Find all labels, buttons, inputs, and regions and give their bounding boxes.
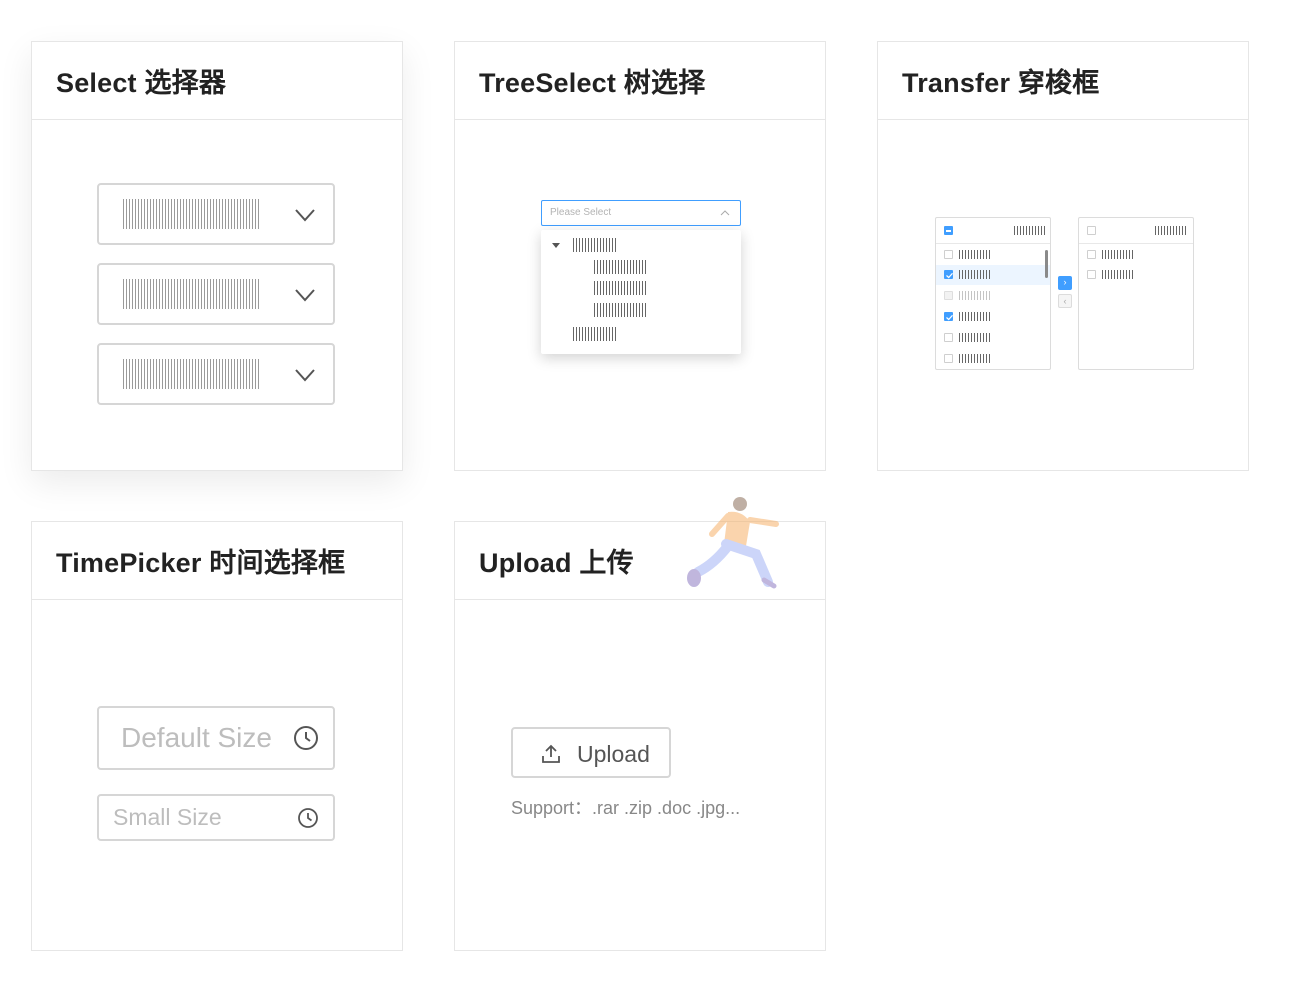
item-label <box>959 312 990 321</box>
item-label <box>959 270 990 279</box>
transfer-item[interactable] <box>1079 245 1193 265</box>
transfer-item[interactable] <box>936 349 1050 369</box>
item-checkbox[interactable] <box>944 333 953 342</box>
time-picker-default[interactable]: Default Size <box>97 706 335 770</box>
time-picker-small-placeholder: Small Size <box>113 804 222 830</box>
arrow-left-icon: ‹ <box>1063 296 1067 306</box>
select-input-1[interactable] <box>97 183 335 245</box>
item-checkbox[interactable] <box>944 250 953 259</box>
tree-node-child[interactable] <box>594 303 646 317</box>
timepicker-card-header: TimePicker 时间选择框 <box>32 522 402 600</box>
select-input-3[interactable] <box>97 343 335 405</box>
transfer-item[interactable] <box>1079 265 1193 285</box>
transfer-target-count <box>1155 226 1187 235</box>
upload-tip: Support：.rar .zip .doc .jpg... <box>511 798 741 818</box>
upload-icon <box>542 744 560 763</box>
item-checkbox <box>944 291 953 300</box>
chevron-down-icon <box>295 289 315 302</box>
treeselect-card: TreeSelect 树选择 Please Select <box>454 41 826 471</box>
item-label <box>959 291 990 300</box>
transfer-source-header <box>936 218 1050 244</box>
item-label <box>959 333 990 342</box>
select-card-title: Select 选择器 <box>56 68 227 98</box>
timepicker-card-title: TimePicker 时间选择框 <box>56 548 346 578</box>
tree-select-dropdown <box>541 230 741 354</box>
transfer-card-title: Transfer 穿梭框 <box>902 68 1100 98</box>
item-checkbox[interactable] <box>944 312 953 321</box>
clock-icon <box>298 808 318 828</box>
transfer-item[interactable] <box>936 328 1050 348</box>
tree-node-parent[interactable] <box>573 238 617 252</box>
transfer-source-count <box>1014 226 1046 235</box>
upload-card-body: Upload Support：.rar .zip .doc .jpg... <box>455 600 825 951</box>
transfer-target-header <box>1079 218 1193 244</box>
tree-select-input[interactable]: Please Select <box>541 200 741 226</box>
item-checkbox[interactable] <box>944 270 953 279</box>
transfer-to-right-button[interactable]: › <box>1058 276 1072 290</box>
select-all-checkbox[interactable] <box>944 226 953 235</box>
clock-icon <box>294 726 318 750</box>
transfer-to-left-button[interactable]: ‹ <box>1058 294 1072 308</box>
chevron-up-icon <box>720 210 730 216</box>
transfer-source-panel <box>935 217 1051 370</box>
arrow-right-icon: › <box>1063 277 1067 287</box>
timepicker-card-body: Default Size Small Size <box>32 600 402 951</box>
check-icon <box>946 272 953 279</box>
item-label <box>1102 250 1133 259</box>
transfer-item[interactable] <box>936 265 1050 285</box>
time-picker-default-placeholder: Default Size <box>121 722 272 753</box>
transfer-item[interactable] <box>936 307 1050 327</box>
transfer-item[interactable] <box>936 245 1050 265</box>
chevron-down-icon <box>295 209 315 222</box>
tree-node-child[interactable] <box>594 260 648 274</box>
treeselect-card-body: Please Select <box>455 120 825 471</box>
tree-select-placeholder: Please Select <box>550 207 612 218</box>
item-checkbox[interactable] <box>944 354 953 363</box>
upload-button[interactable]: Upload <box>511 727 671 778</box>
tree-node-parent[interactable] <box>573 327 617 341</box>
treeselect-card-title: TreeSelect 树选择 <box>479 68 706 98</box>
running-person-illustration <box>687 497 779 589</box>
chevron-down-icon <box>295 369 315 382</box>
select-card-header: Select 选择器 <box>32 42 402 120</box>
select-input-2[interactable] <box>97 263 335 325</box>
select-card-body <box>32 120 402 471</box>
transfer-item-disabled <box>936 286 1050 306</box>
select-card: Select 选择器 <box>31 41 403 471</box>
upload-button-label: Upload <box>577 741 650 767</box>
item-checkbox[interactable] <box>1087 250 1096 259</box>
select-value-placeholder <box>123 359 259 389</box>
select-value-placeholder <box>123 279 259 309</box>
transfer-target-panel <box>1078 217 1194 370</box>
transfer-card-header: Transfer 穿梭框 <box>878 42 1248 120</box>
item-label <box>959 354 990 363</box>
item-checkbox[interactable] <box>1087 270 1096 279</box>
item-label <box>1102 270 1133 279</box>
time-picker-small[interactable]: Small Size <box>97 794 335 841</box>
transfer-scrollbar[interactable] <box>1045 250 1048 278</box>
caret-down-icon[interactable] <box>552 243 560 248</box>
timepicker-card: TimePicker 时间选择框 Default Size Small Size <box>31 521 403 951</box>
transfer-card: Transfer 穿梭框 › ‹ <box>877 41 1249 471</box>
upload-card-title: Upload 上传 <box>479 548 634 578</box>
tree-node-child[interactable] <box>594 281 648 295</box>
transfer-card-body: › ‹ <box>878 120 1248 471</box>
check-icon <box>946 314 953 321</box>
treeselect-card-header: TreeSelect 树选择 <box>455 42 825 120</box>
item-label <box>959 250 990 259</box>
select-value-placeholder <box>123 199 259 229</box>
select-all-checkbox[interactable] <box>1087 226 1096 235</box>
